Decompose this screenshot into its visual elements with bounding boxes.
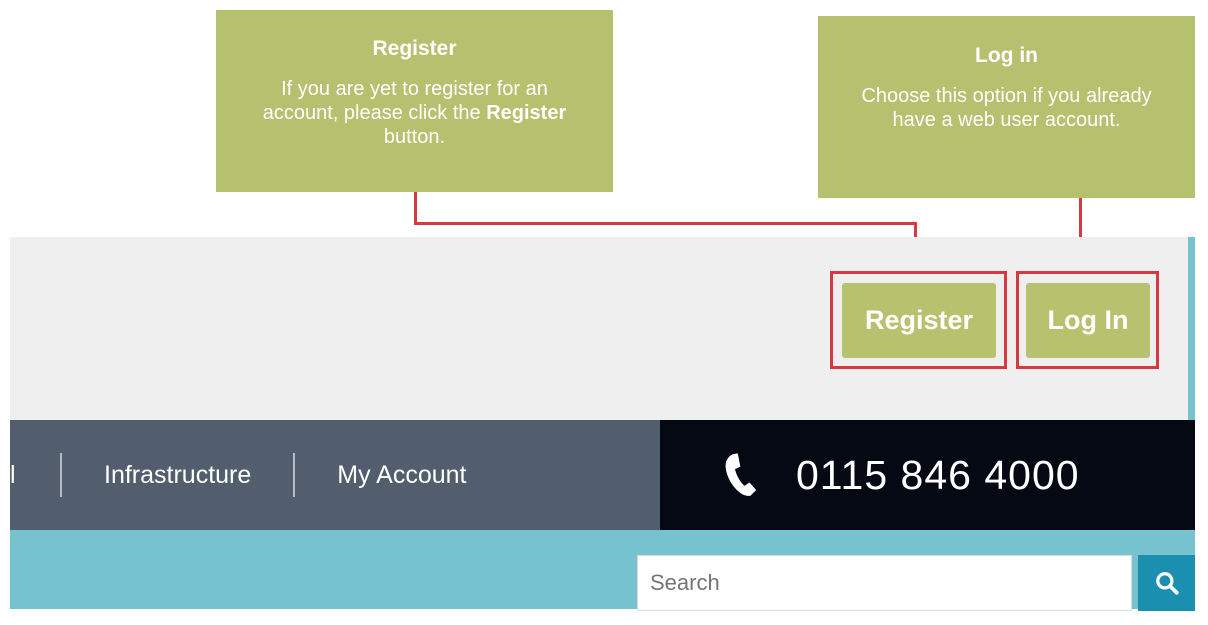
register-connector-vertical-top <box>414 192 417 225</box>
login-callout-title: Log in <box>975 44 1038 67</box>
nav-item-my-account[interactable]: My Account <box>295 461 508 490</box>
register-callout-title: Register <box>372 37 457 60</box>
main-navigation: l Infrastructure My Account <box>10 420 660 530</box>
nav-item-infrastructure[interactable]: Infrastructure <box>62 461 293 490</box>
search-icon <box>1155 572 1179 595</box>
login-callout: Log in Choose this option if you already… <box>818 16 1195 198</box>
site-header: Register Log In l Infrastructure My Acco… <box>10 237 1195 611</box>
phone-icon <box>725 453 757 496</box>
search-input[interactable] <box>637 555 1132 611</box>
login-callout-text: Choose this option if you already have a… <box>861 85 1152 131</box>
register-callout-text: If you are yet to register for an accoun… <box>262 78 567 148</box>
register-callout: Register If you are yet to register for … <box>216 10 613 192</box>
nav-item-partial[interactable]: l <box>10 461 16 490</box>
register-connector-horizontal <box>414 222 917 225</box>
login-button[interactable]: Log In <box>1026 283 1150 358</box>
register-button[interactable]: Register <box>842 283 996 358</box>
search-button[interactable] <box>1138 555 1195 611</box>
phone-number: 0115 846 4000 <box>796 451 1080 498</box>
phone-banner: 0115 846 4000 <box>660 420 1195 530</box>
account-bar <box>10 237 1188 420</box>
